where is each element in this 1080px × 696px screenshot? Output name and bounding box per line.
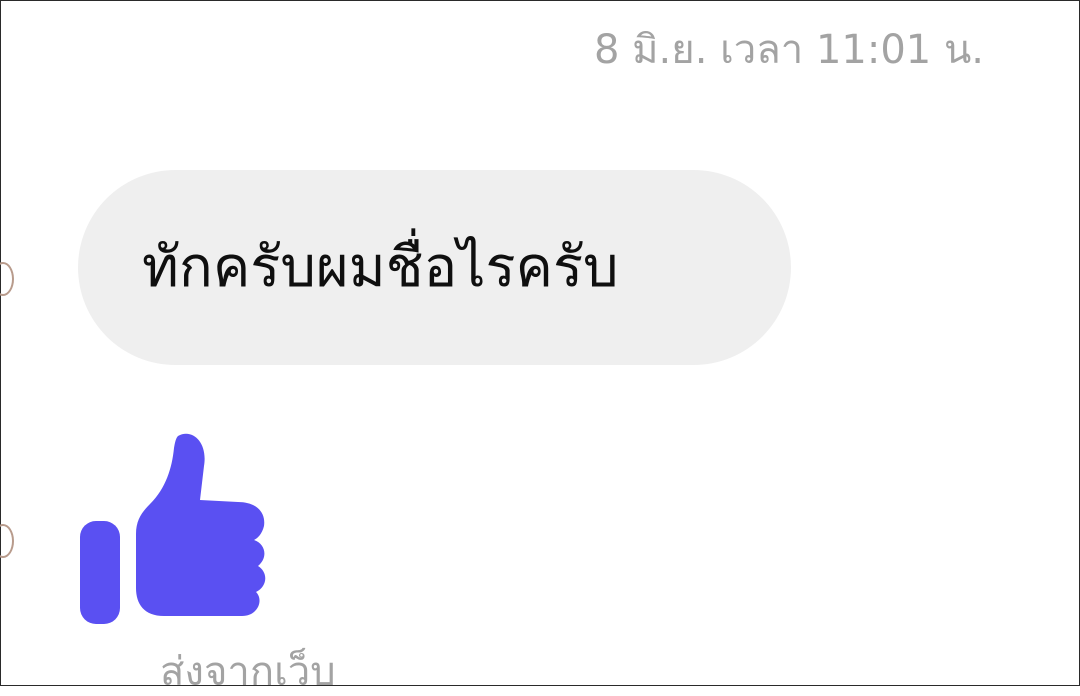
message-text: ทักครับผมชื่อไรครับ — [142, 234, 619, 300]
message-timestamp: 8 มิ.ย. เวลา 11:01 น. — [594, 27, 984, 73]
message-bubble[interactable]: ทักครับผมชื่อไรครับ — [78, 170, 791, 365]
thumbs-up-cuff — [80, 521, 120, 624]
sender-avatar[interactable] — [0, 262, 14, 296]
thumbs-up-hand — [136, 433, 266, 616]
thumbs-up-icon[interactable] — [80, 428, 270, 624]
sender-avatar[interactable] — [0, 524, 14, 558]
sent-from-web-note: ส่งจากเว็บ — [160, 649, 336, 695]
